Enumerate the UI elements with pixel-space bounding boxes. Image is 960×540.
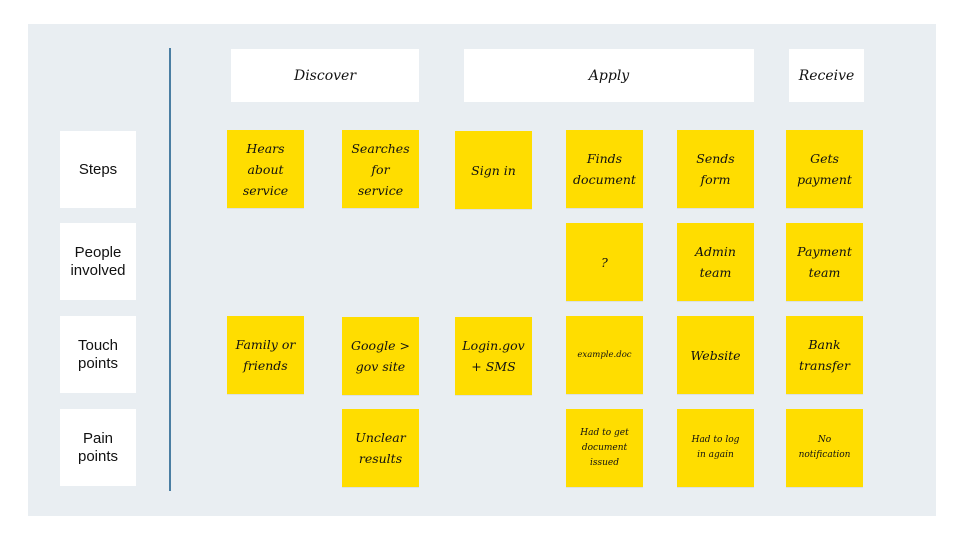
sticky-note-touch-point[interactable]: Family or friends <box>227 316 304 394</box>
sticky-note-people[interactable]: Admin team <box>677 223 754 301</box>
sticky-note-step[interactable]: Searches for service <box>342 130 419 208</box>
row-label-pain-points[interactable]: Pain points <box>60 409 136 486</box>
row-label-divider <box>169 48 171 491</box>
row-label-people-involved[interactable]: People involved <box>60 223 136 300</box>
sticky-note-pain-point[interactable]: No notification <box>786 409 863 487</box>
row-label-touch-points[interactable]: Touch points <box>60 316 136 393</box>
phase-header-discover[interactable]: Discover <box>231 49 419 102</box>
sticky-note-step[interactable]: Finds document <box>566 130 643 208</box>
sticky-note-people[interactable]: Payment team <box>786 223 863 301</box>
sticky-note-pain-point[interactable]: Unclear results <box>342 409 419 487</box>
sticky-note-touch-point[interactable]: example.doc <box>566 316 643 394</box>
phase-header-apply[interactable]: Apply <box>464 49 754 102</box>
sticky-note-pain-point[interactable]: Had to get document issued <box>566 409 643 487</box>
sticky-note-touch-point[interactable]: Website <box>677 316 754 394</box>
sticky-note-step[interactable]: Gets payment <box>786 130 863 208</box>
row-label-steps[interactable]: Steps <box>60 131 136 208</box>
sticky-note-step[interactable]: Sends form <box>677 130 754 208</box>
sticky-note-step[interactable]: Hears about service <box>227 130 304 208</box>
sticky-note-people[interactable]: ? <box>566 223 643 301</box>
sticky-note-touch-point[interactable]: Google > gov site <box>342 317 419 395</box>
sticky-note-pain-point[interactable]: Had to log in again <box>677 409 754 487</box>
phase-header-receive[interactable]: Receive <box>789 49 864 102</box>
sticky-note-touch-point[interactable]: Login.gov + SMS <box>455 317 532 395</box>
sticky-note-touch-point[interactable]: Bank transfer <box>786 316 863 394</box>
sticky-note-step[interactable]: Sign in <box>455 131 532 209</box>
